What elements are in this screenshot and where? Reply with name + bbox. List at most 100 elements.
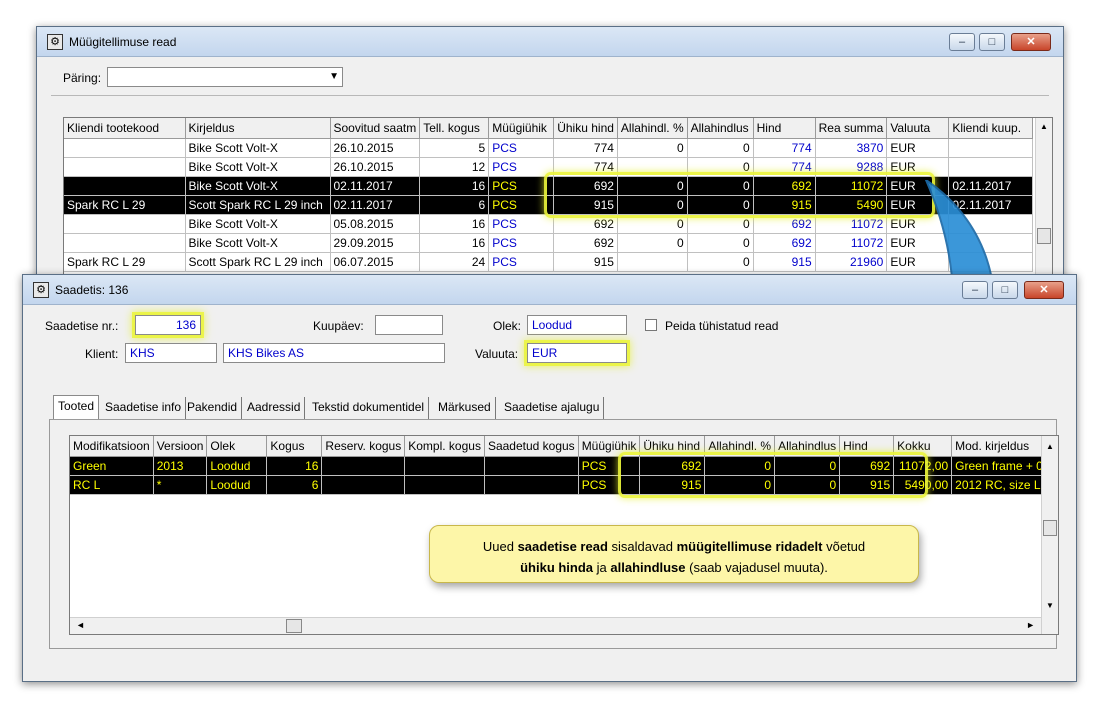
- table-cell[interactable]: 6: [266, 475, 323, 495]
- table-cell[interactable]: 774: [553, 157, 618, 177]
- table-cell[interactable]: 5: [419, 138, 490, 158]
- column-header[interactable]: Reserv. kogus: [321, 436, 406, 457]
- table-cell[interactable]: Loodud: [206, 475, 268, 495]
- table-cell[interactable]: Bike Scott Volt-X: [185, 233, 331, 253]
- table-cell[interactable]: 3870: [815, 138, 888, 158]
- table-cell[interactable]: 915: [753, 252, 816, 272]
- table-cell[interactable]: [64, 214, 186, 234]
- tab-4[interactable]: Tekstid dokumentidel: [312, 397, 430, 419]
- close-button[interactable]: ✕: [1024, 281, 1064, 299]
- table-cell[interactable]: Bike Scott Volt-X: [185, 138, 331, 158]
- table-cell[interactable]: 2012 RC, size L: [951, 475, 1047, 495]
- tab-6[interactable]: Saadetise ajalugu: [504, 397, 605, 419]
- table-cell[interactable]: 16: [419, 233, 490, 253]
- column-header[interactable]: Allahindlus: [774, 436, 841, 457]
- title-bar[interactable]: ⚙ Saadetis: 136 – □ ✕: [23, 275, 1076, 305]
- tab-3[interactable]: Aadressid: [247, 397, 306, 419]
- column-header[interactable]: Kliendi tootekood: [64, 118, 186, 139]
- column-header[interactable]: Allahindl. %: [617, 118, 688, 139]
- scroll-up-icon[interactable]: ▲: [1036, 122, 1052, 131]
- table-cell[interactable]: Scott Spark RC L 29 inch: [185, 195, 331, 215]
- table-cell[interactable]: Spark RC L 29: [64, 252, 186, 272]
- table-cell[interactable]: 24: [419, 252, 490, 272]
- table-cell[interactable]: [64, 157, 186, 177]
- table-cell[interactable]: EUR: [886, 138, 950, 158]
- table-cell[interactable]: 915: [553, 252, 618, 272]
- tab-1[interactable]: Saadetise info: [105, 397, 187, 419]
- table-cell[interactable]: Loodud: [206, 456, 268, 476]
- close-button[interactable]: ✕: [1011, 33, 1051, 51]
- column-header[interactable]: Müügiühik: [578, 436, 641, 457]
- table-cell[interactable]: 0: [687, 252, 754, 272]
- table-cell[interactable]: 02.11.2017: [330, 195, 421, 215]
- table-cell[interactable]: *: [153, 475, 208, 495]
- table-row[interactable]: Bike Scott Volt-X 26.10.2015 5 PCS 774 0 0 774 3…: [64, 138, 1034, 158]
- table-cell[interactable]: 0: [617, 214, 688, 234]
- hscroll-thumb[interactable]: [286, 619, 302, 633]
- chevron-down-icon[interactable]: ▼: [329, 68, 339, 86]
- column-header[interactable]: Olek: [206, 436, 268, 457]
- date-field[interactable]: [375, 315, 443, 335]
- column-header[interactable]: Kliendi kuup.: [948, 118, 1034, 139]
- column-header[interactable]: Modifikatsioon: [70, 436, 154, 457]
- maximize-button[interactable]: □: [979, 33, 1005, 51]
- column-header[interactable]: Kokku: [893, 436, 953, 457]
- table-cell[interactable]: 774: [553, 138, 618, 158]
- column-header[interactable]: Ühiku hind: [639, 436, 706, 457]
- table-cell[interactable]: 02.11.2017: [330, 176, 421, 196]
- scroll-thumb[interactable]: [1043, 520, 1057, 536]
- table-cell[interactable]: [617, 252, 688, 272]
- table-cell[interactable]: 9288: [815, 157, 888, 177]
- tab-5[interactable]: Märkused: [438, 397, 496, 419]
- table-row[interactable]: Bike Scott Volt-X 26.10.2015 12 PCS 774 0 774 9…: [64, 157, 1034, 177]
- scroll-up-icon[interactable]: ▲: [1042, 442, 1058, 451]
- table-cell[interactable]: 11072: [815, 233, 888, 253]
- scroll-left-icon[interactable]: ◄: [76, 620, 85, 630]
- table-cell[interactable]: 16: [419, 214, 490, 234]
- table-cell[interactable]: 16: [266, 456, 323, 476]
- table-cell[interactable]: Green frame + 0: [951, 456, 1047, 476]
- table-cell[interactable]: 21960: [815, 252, 888, 272]
- horizontal-scrollbar[interactable]: ◄ ►: [70, 617, 1041, 634]
- maximize-button[interactable]: □: [992, 281, 1018, 299]
- column-header[interactable]: Versioon: [153, 436, 208, 457]
- table-cell[interactable]: PCS: [488, 157, 555, 177]
- column-header[interactable]: Ühiku hind: [553, 118, 618, 139]
- table-cell[interactable]: Scott Spark RC L 29 inch: [185, 252, 331, 272]
- table-cell[interactable]: [321, 456, 406, 476]
- column-header[interactable]: Hind: [839, 436, 895, 457]
- table-cell[interactable]: [64, 138, 186, 158]
- table-cell[interactable]: 11072: [815, 214, 888, 234]
- column-header[interactable]: Mod. kirjeldus: [951, 436, 1047, 457]
- column-header[interactable]: Saadetud kogus: [484, 436, 579, 457]
- table-cell[interactable]: [64, 233, 186, 253]
- client-name-field[interactable]: KHS Bikes AS: [223, 343, 445, 363]
- table-cell[interactable]: 12: [419, 157, 490, 177]
- table-cell[interactable]: PCS: [488, 195, 555, 215]
- column-header[interactable]: Kogus: [266, 436, 323, 457]
- table-cell[interactable]: [321, 475, 406, 495]
- query-select[interactable]: ▼: [107, 67, 343, 87]
- column-header[interactable]: Kirjeldus: [185, 118, 331, 139]
- table-cell[interactable]: 692: [553, 233, 618, 253]
- table-cell[interactable]: PCS: [488, 214, 555, 234]
- table-cell[interactable]: 2013: [153, 456, 208, 476]
- table-cell[interactable]: PCS: [488, 176, 555, 196]
- column-header[interactable]: Kompl. kogus: [404, 436, 485, 457]
- currency-field[interactable]: EUR: [524, 340, 630, 366]
- table-cell[interactable]: 692: [753, 214, 816, 234]
- status-field[interactable]: Loodud: [527, 315, 627, 335]
- table-cell[interactable]: [404, 456, 485, 476]
- table-cell[interactable]: 0: [687, 233, 754, 253]
- column-header[interactable]: Hind: [753, 118, 816, 139]
- table-cell[interactable]: Bike Scott Volt-X: [185, 157, 331, 177]
- table-cell[interactable]: 29.09.2015: [330, 233, 421, 253]
- table-cell[interactable]: 06.07.2015: [330, 252, 421, 272]
- scroll-right-icon[interactable]: ►: [1026, 620, 1035, 630]
- table-cell[interactable]: [404, 475, 485, 495]
- column-header[interactable]: Allahindl. %: [704, 436, 776, 457]
- tab-2[interactable]: Pakendid: [187, 397, 243, 419]
- table-cell[interactable]: 0: [687, 138, 754, 158]
- table-cell[interactable]: [484, 475, 579, 495]
- table-cell[interactable]: 26.10.2015: [330, 157, 421, 177]
